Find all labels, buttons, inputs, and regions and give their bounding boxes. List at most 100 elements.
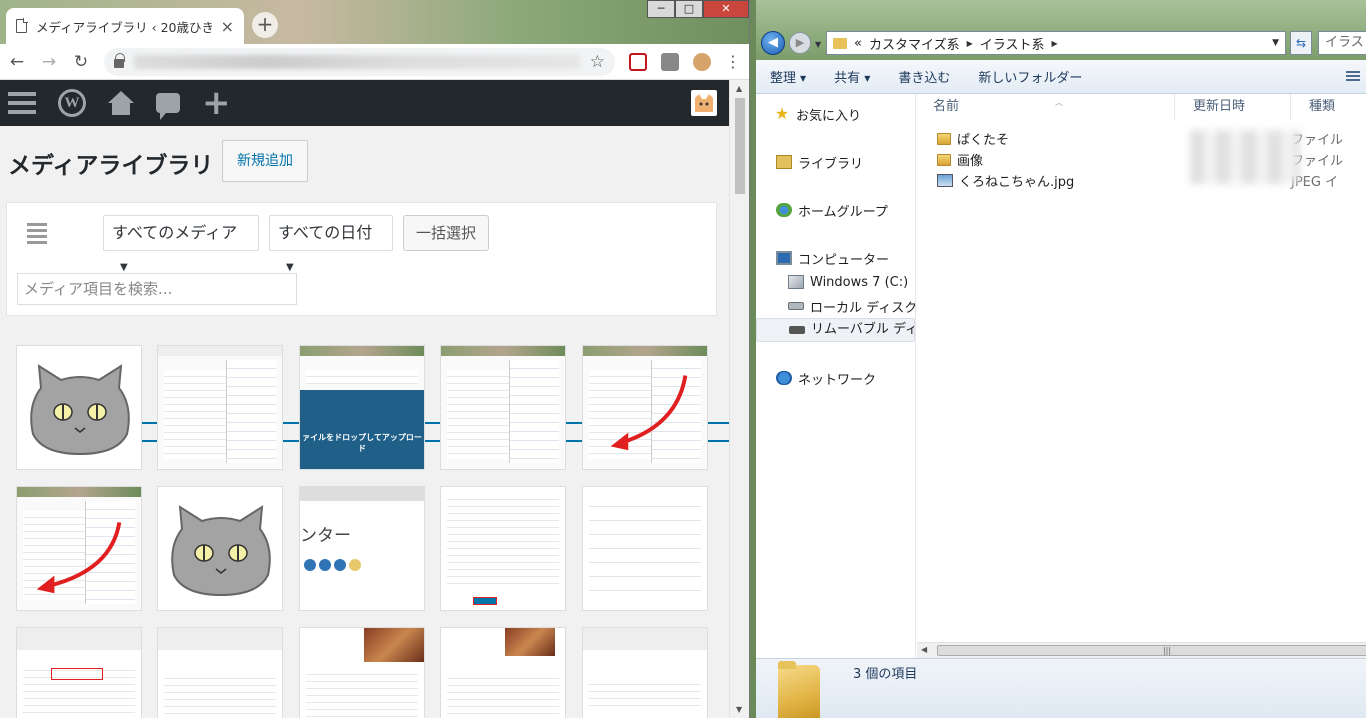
thumbnail-text: ンター	[300, 526, 351, 546]
explorer-window: ◀ ▶ ▼ « カスタマイズ系 ▶ イラスト系 ▶ ▼ ⇆ イラス 整理 ▼ 共有…	[756, 0, 1366, 718]
file-name: くろねこちゃん.jpg	[959, 175, 1075, 190]
close-window-button[interactable]: ✕	[703, 0, 749, 18]
wordpress-logo-icon[interactable]: W	[58, 89, 86, 117]
nav-drive-c[interactable]: Windows 7 (C:)	[756, 270, 915, 294]
scrollbar-thumb[interactable]: |||	[937, 645, 1366, 656]
media-thumbnail-screenshot[interactable]: ァイルをドロップしてアップロード	[299, 345, 425, 470]
media-thumbnail-screenshot[interactable]	[440, 486, 566, 611]
media-thumbnail-screenshot[interactable]	[582, 486, 708, 611]
maximize-button[interactable]: □	[675, 0, 703, 18]
libraries-icon	[776, 155, 792, 169]
address-bar[interactable]: ☆	[104, 47, 615, 76]
nav-label: リムーバブル ディス	[811, 322, 914, 337]
media-search-input[interactable]	[17, 273, 297, 305]
new-folder-button[interactable]: 新しいフォルダー	[978, 67, 1082, 86]
nav-label: お気に入り	[796, 108, 862, 124]
reload-button[interactable]: ↻	[72, 52, 90, 72]
tab-close-icon[interactable]: ×	[221, 17, 234, 36]
media-thumbnail-screenshot[interactable]: ンター	[299, 486, 425, 611]
media-thumbnail-screenshot[interactable]	[157, 345, 283, 470]
chevron-down-icon: ▼	[286, 261, 294, 273]
page-icon	[16, 18, 28, 33]
extension-pocket-icon[interactable]	[629, 52, 647, 71]
new-tab-button[interactable]: +	[252, 12, 278, 38]
nav-computer[interactable]: コンピューター	[756, 246, 915, 270]
back-button[interactable]: ←	[8, 52, 26, 72]
list-view-icon[interactable]	[27, 223, 47, 244]
scroll-left-icon[interactable]: ◀	[921, 645, 927, 654]
folder-icon	[937, 153, 951, 166]
nav-network[interactable]: ネットワーク	[756, 366, 915, 390]
comments-icon[interactable]	[156, 93, 180, 120]
user-avatar[interactable]	[691, 90, 717, 116]
nav-favorites[interactable]: ★ お気に入り	[756, 102, 915, 126]
browser-tab-media-library[interactable]: メディアライブラリ ‹ 20歳ひき ×	[6, 8, 244, 44]
profile-avatar-icon[interactable]	[693, 52, 711, 71]
media-thumbnail-screenshot-arrow[interactable]	[582, 345, 708, 470]
share-menu[interactable]: 共有 ▼	[834, 67, 870, 86]
home-icon[interactable]	[108, 91, 134, 115]
column-modified[interactable]: 更新日時	[1175, 94, 1291, 120]
chevron-down-icon: ▼	[800, 74, 807, 83]
minimize-button[interactable]: ─	[647, 0, 675, 18]
scroll-up-icon[interactable]: ▲	[736, 84, 742, 93]
extension-icon[interactable]	[661, 52, 679, 71]
refresh-icon[interactable]: ⇆	[1290, 31, 1312, 55]
media-thumbnail-cat[interactable]	[157, 486, 283, 611]
nav-removable-disk[interactable]: リムーバブル ディス	[756, 318, 915, 342]
breadcrumb-item[interactable]: イラスト系	[980, 34, 1045, 53]
address-breadcrumb[interactable]: « カスタマイズ系 ▶ イラスト系 ▶ ▼	[826, 31, 1286, 55]
bookmark-star-icon[interactable]: ☆	[590, 52, 605, 72]
details-pane: 3 個の項目	[756, 658, 1366, 718]
burn-button[interactable]: 書き込む	[898, 67, 950, 86]
column-name[interactable]: 名前 ︿	[917, 94, 1175, 120]
browser-toolbar: ← → ↻ ☆ ⋮	[0, 44, 749, 80]
media-thumbnail-cat[interactable]	[16, 345, 142, 470]
media-thumbnail-screenshot[interactable]	[582, 627, 708, 718]
page-scrollbar[interactable]: ▲ ▼	[729, 80, 749, 718]
back-arrow-icon[interactable]: ◀	[761, 31, 785, 55]
media-type-filter[interactable]: すべてのメディア ▼	[103, 215, 259, 273]
chrome-menu-icon[interactable]: ⋮	[725, 52, 741, 71]
view-options-icon[interactable]	[1346, 71, 1360, 83]
nav-homegroup[interactable]: ホームグループ	[756, 198, 915, 222]
media-thumbnail-screenshot[interactable]	[16, 627, 142, 718]
media-thumbnail-screenshot[interactable]	[440, 345, 566, 470]
nav-local-disk[interactable]: ローカル ディスク (	[756, 294, 915, 318]
media-thumbnail-screenshot[interactable]	[440, 627, 566, 718]
network-icon	[776, 371, 792, 385]
new-content-icon[interactable]: +	[202, 86, 231, 120]
scroll-down-icon[interactable]: ▼	[736, 705, 742, 714]
column-label: 種類	[1309, 99, 1336, 114]
forward-arrow-icon[interactable]: ▶	[789, 32, 811, 54]
breadcrumb-overflow[interactable]: «	[854, 36, 862, 51]
window-controls: ─ □ ✕	[647, 0, 749, 18]
chevron-down-icon[interactable]: ▼	[1272, 38, 1279, 48]
media-thumbnail-screenshot[interactable]	[157, 627, 283, 718]
horizontal-scrollbar[interactable]: ◀ |||	[917, 642, 1366, 658]
redacted-dates	[1190, 130, 1300, 184]
file-name: ぱくたそ	[957, 133, 1010, 148]
scrollbar-thumb[interactable]	[735, 98, 745, 194]
favorites-star-icon: ★	[774, 104, 790, 123]
media-thumbnail-screenshot[interactable]	[299, 627, 425, 718]
chevron-right-icon[interactable]: ▶	[1052, 39, 1058, 48]
chevron-right-icon[interactable]: ▶	[967, 39, 973, 48]
menu-icon[interactable]	[8, 92, 36, 114]
date-filter[interactable]: すべての日付 ▼	[269, 215, 393, 273]
add-new-button[interactable]: 新規追加	[222, 140, 308, 182]
media-thumbnail-screenshot-arrow[interactable]	[16, 486, 142, 611]
column-label: 更新日時	[1193, 99, 1246, 114]
forward-button[interactable]: →	[40, 52, 58, 72]
folder-icon	[778, 661, 820, 718]
breadcrumb-item[interactable]: カスタマイズ系	[869, 34, 960, 53]
nav-libraries[interactable]: ライブラリ	[756, 150, 915, 174]
command-bar: 整理 ▼ 共有 ▼ 書き込む 新しいフォルダー	[756, 60, 1366, 94]
explorer-search-input[interactable]: イラス	[1318, 31, 1366, 55]
chrome-window: メディアライブラリ ‹ 20歳ひき × + ─ □ ✕ ← → ↻ ☆ ⋮ W …	[0, 0, 750, 718]
history-dropdown-icon[interactable]: ▼	[815, 40, 821, 49]
bulk-select-button[interactable]: 一括選択	[403, 215, 489, 251]
column-type[interactable]: 種類	[1291, 94, 1366, 120]
organize-menu[interactable]: 整理 ▼	[770, 67, 806, 86]
jpeg-image-icon	[937, 174, 953, 187]
